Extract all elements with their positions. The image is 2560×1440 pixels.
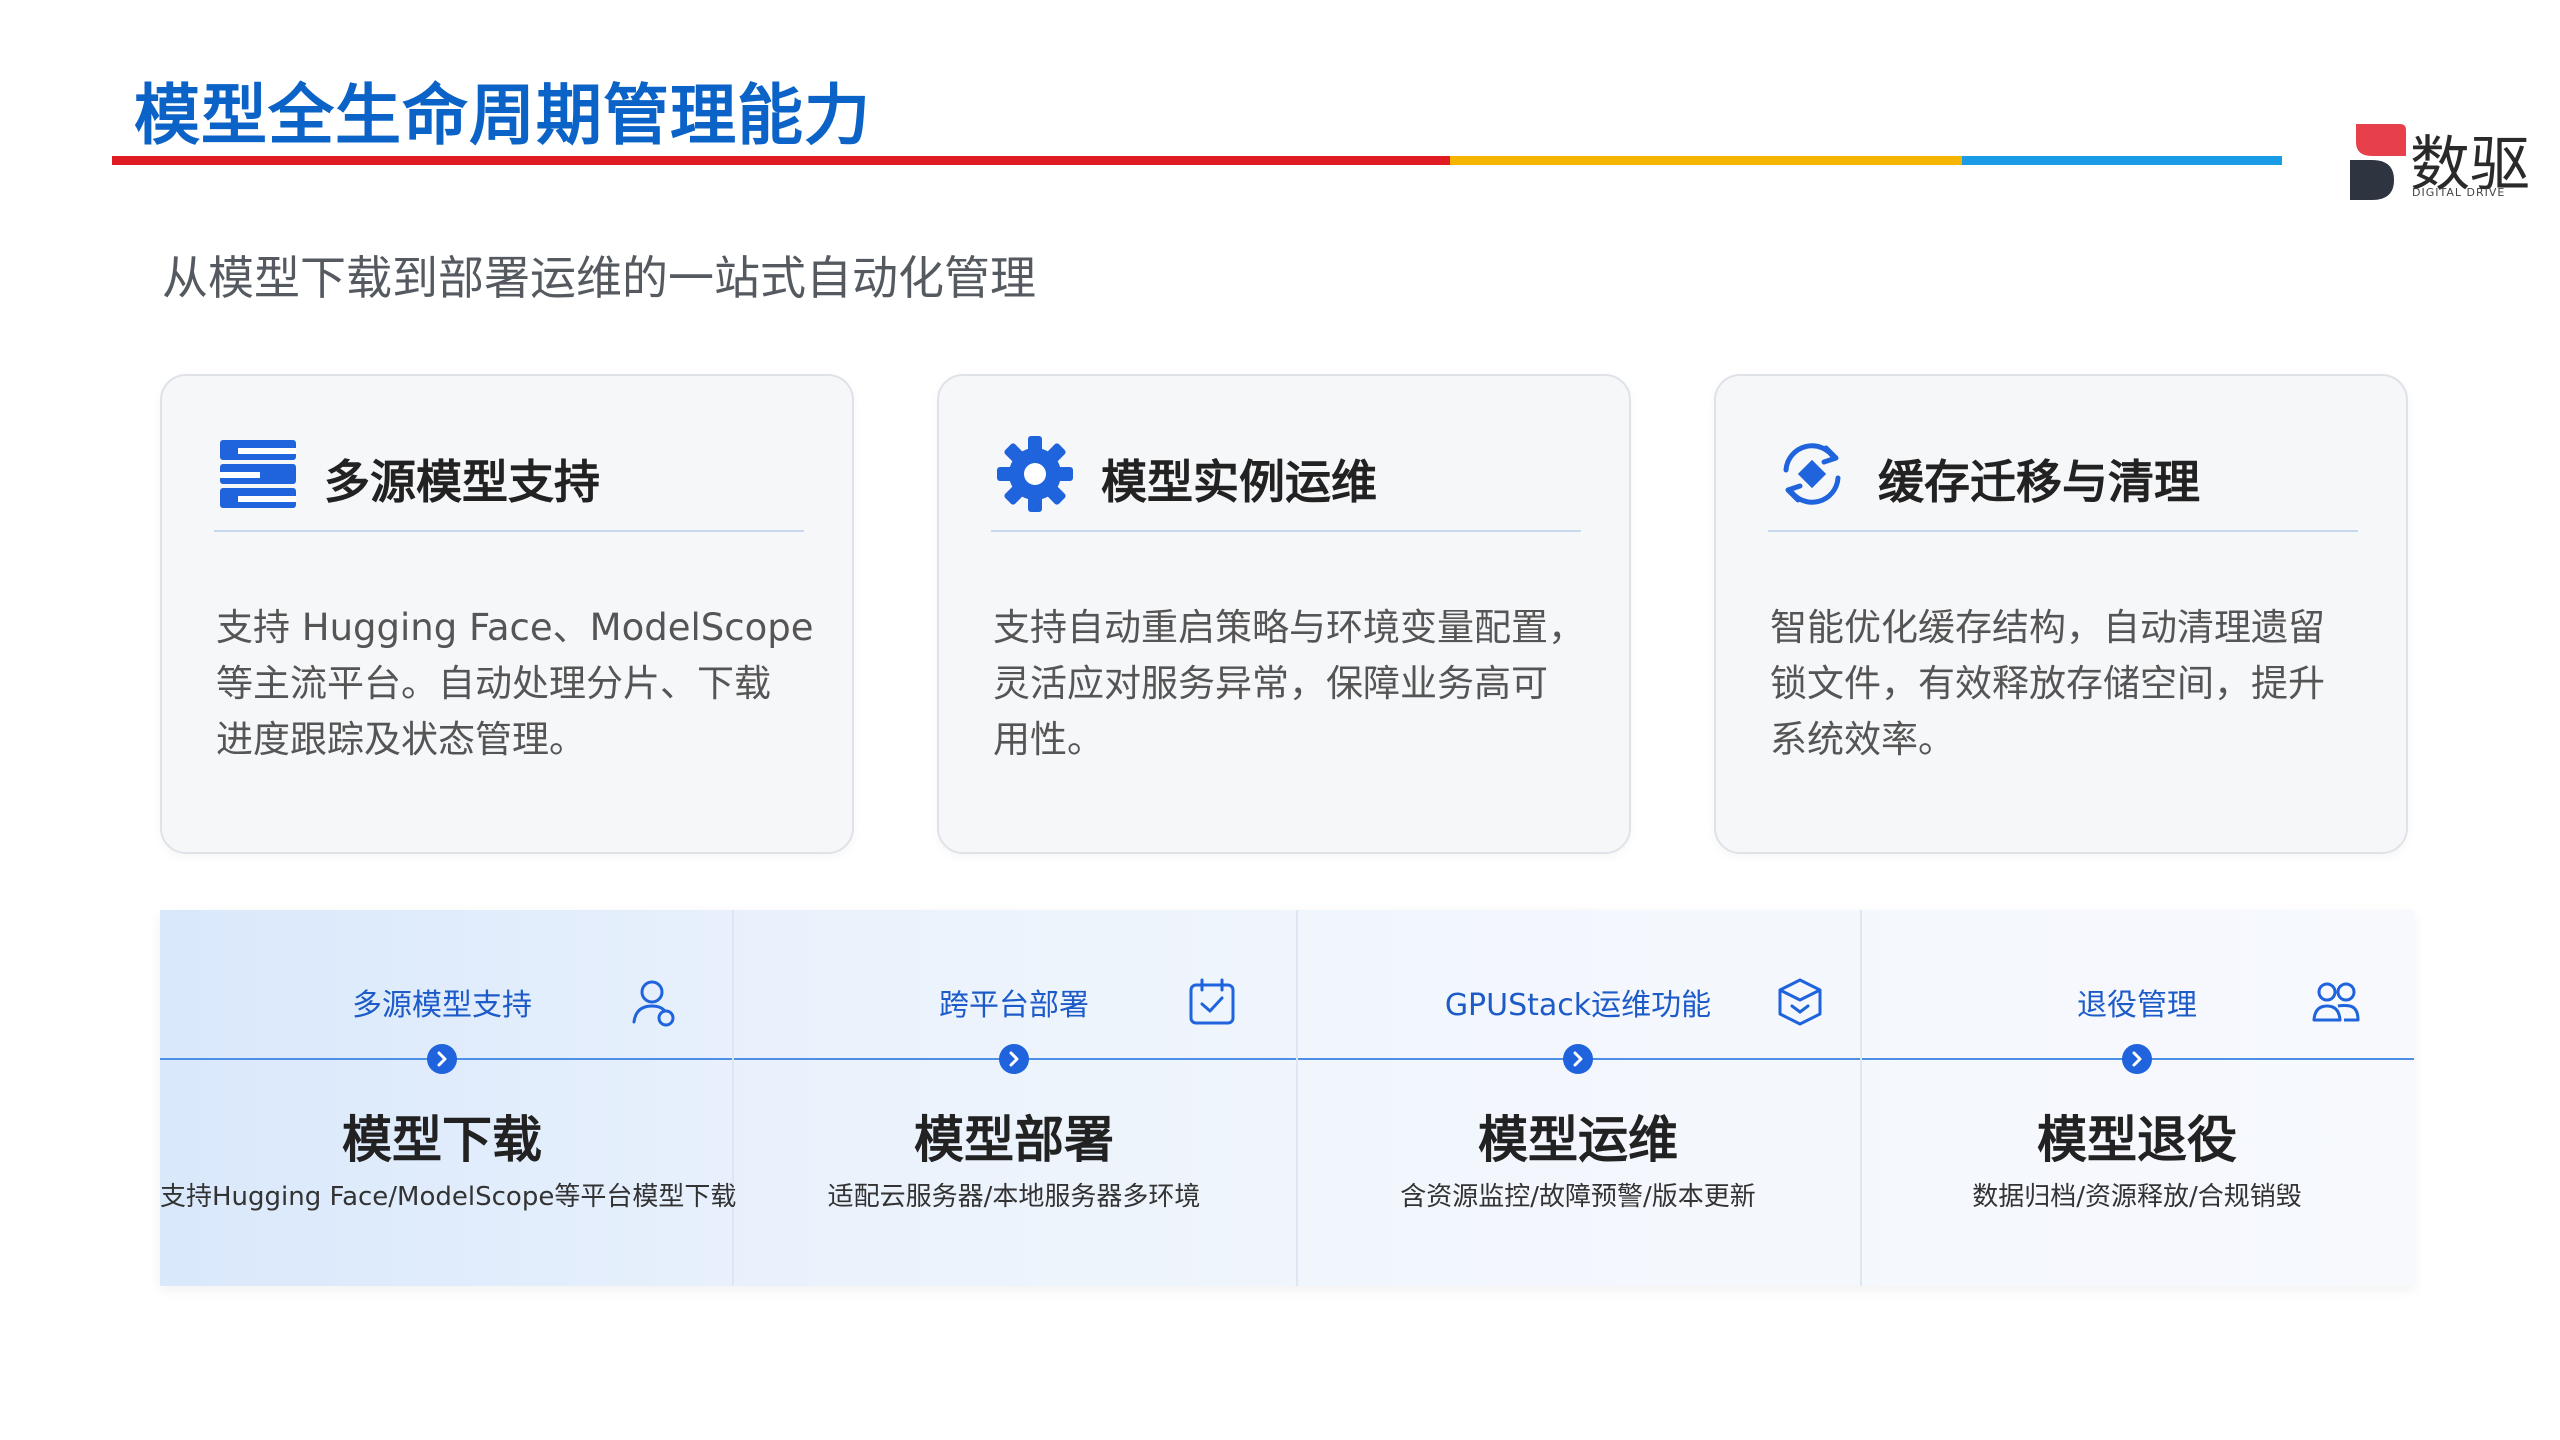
card-desc-line: 进度跟踪及状态管理。 <box>216 718 586 761</box>
stage-marker <box>1563 1044 1593 1074</box>
brand-logo-icon <box>2350 124 2406 200</box>
stage-description: 数据归档/资源释放/合规销毁 <box>1972 1182 2302 1212</box>
refresh-cycle-icon <box>1783 443 1841 505</box>
server-stack-icon <box>220 440 296 508</box>
stage-operations: GPUStack运维功能 模型运维 含资源监控/故障预警/版本更新 <box>1296 910 1860 1286</box>
stage-deploy: 跨平台部署 模型部署 适配云服务器/本地服务器多环境 <box>732 910 1296 1286</box>
card-desc-line: 支持自动重启策略与环境变量配置， <box>993 606 1585 649</box>
stage-name: 模型部署 <box>914 1111 1114 1169</box>
card-desc-line: 支持 Hugging Face、ModelScope <box>216 606 814 649</box>
stage-name: 模型下载 <box>342 1111 542 1169</box>
brand-logo: 数驱 DIGITAL DRIVE <box>2346 120 2530 202</box>
stage-marker <box>2122 1044 2152 1074</box>
brand-tagline: DIGITAL DRIVE <box>2412 186 2506 199</box>
card-desc-line: 锁文件，有效释放存储空间，提升 <box>1770 662 2325 705</box>
card-title: 模型实例运维 <box>1101 455 1377 509</box>
calendar-check-icon <box>1189 978 1235 1025</box>
stage-marker <box>427 1044 457 1074</box>
card-title: 缓存迁移与清理 <box>1878 455 2200 509</box>
card-divider <box>214 530 804 532</box>
cube-icon <box>1778 978 1822 1026</box>
card-divider <box>1768 530 2358 532</box>
feature-card-cache-cleanup: 缓存迁移与清理 智能优化缓存结构，自动清理遗留 锁文件，有效释放存储空间，提升 … <box>1714 374 2408 854</box>
stage-description: 适配云服务器/本地服务器多环境 <box>827 1182 1201 1212</box>
feature-card-multi-source: 多源模型支持 支持 Hugging Face、ModelScope 等主流平台。… <box>160 374 854 854</box>
stage-name: 模型运维 <box>1478 1111 1678 1169</box>
stage-marker <box>999 1044 1029 1074</box>
card-desc-line: 系统效率。 <box>1770 718 1955 761</box>
page-subtitle: 从模型下载到部署运维的一站式自动化管理 <box>162 251 1036 305</box>
card-desc-line: 用性。 <box>993 718 1104 761</box>
stage-name: 模型退役 <box>2037 1111 2237 1169</box>
title-underline <box>112 156 2282 165</box>
card-divider <box>991 530 1581 532</box>
card-description: 支持自动重启策略与环境变量配置， 灵活应对服务异常，保障业务高可 用性。 <box>993 600 1585 768</box>
underline-blue-segment <box>1962 156 2282 165</box>
lifecycle-timeline: 多源模型支持 模型下载 支持Hugging Face/ModelScope等平台… <box>160 910 2414 1286</box>
underline-yellow-segment <box>1450 156 1962 165</box>
card-description: 支持 Hugging Face、ModelScope 等主流平台。自动处理分片、… <box>216 600 814 768</box>
stage-retire: 退役管理 模型退役 数据归档/资源释放/合规销毁 <box>1860 910 2414 1286</box>
card-description: 智能优化缓存结构，自动清理遗留 锁文件，有效释放存储空间，提升 系统效率。 <box>1770 600 2360 768</box>
feature-card-instance-ops: 模型实例运维 支持自动重启策略与环境变量配置， 灵活应对服务异常，保障业务高可 … <box>937 374 1631 854</box>
card-desc-line: 智能优化缓存结构，自动清理遗留 <box>1770 606 2325 649</box>
users-icon <box>2312 982 2360 1022</box>
card-desc-line: 等主流平台。自动处理分片、下载 <box>216 662 771 705</box>
stage-download: 多源模型支持 模型下载 支持Hugging Face/ModelScope等平台… <box>160 910 737 1286</box>
card-title: 多源模型支持 <box>324 455 600 509</box>
gear-icon <box>997 436 1073 512</box>
stage-description: 支持Hugging Face/ModelScope等平台模型下载 <box>160 1182 737 1212</box>
card-desc-line: 灵活应对服务异常，保障业务高可 <box>993 662 1548 705</box>
stage-description: 含资源监控/故障预警/版本更新 <box>1400 1182 1756 1212</box>
user-icon <box>632 980 675 1027</box>
page-title: 模型全生命周期管理能力 <box>134 77 871 154</box>
underline-red-segment <box>112 156 1450 165</box>
